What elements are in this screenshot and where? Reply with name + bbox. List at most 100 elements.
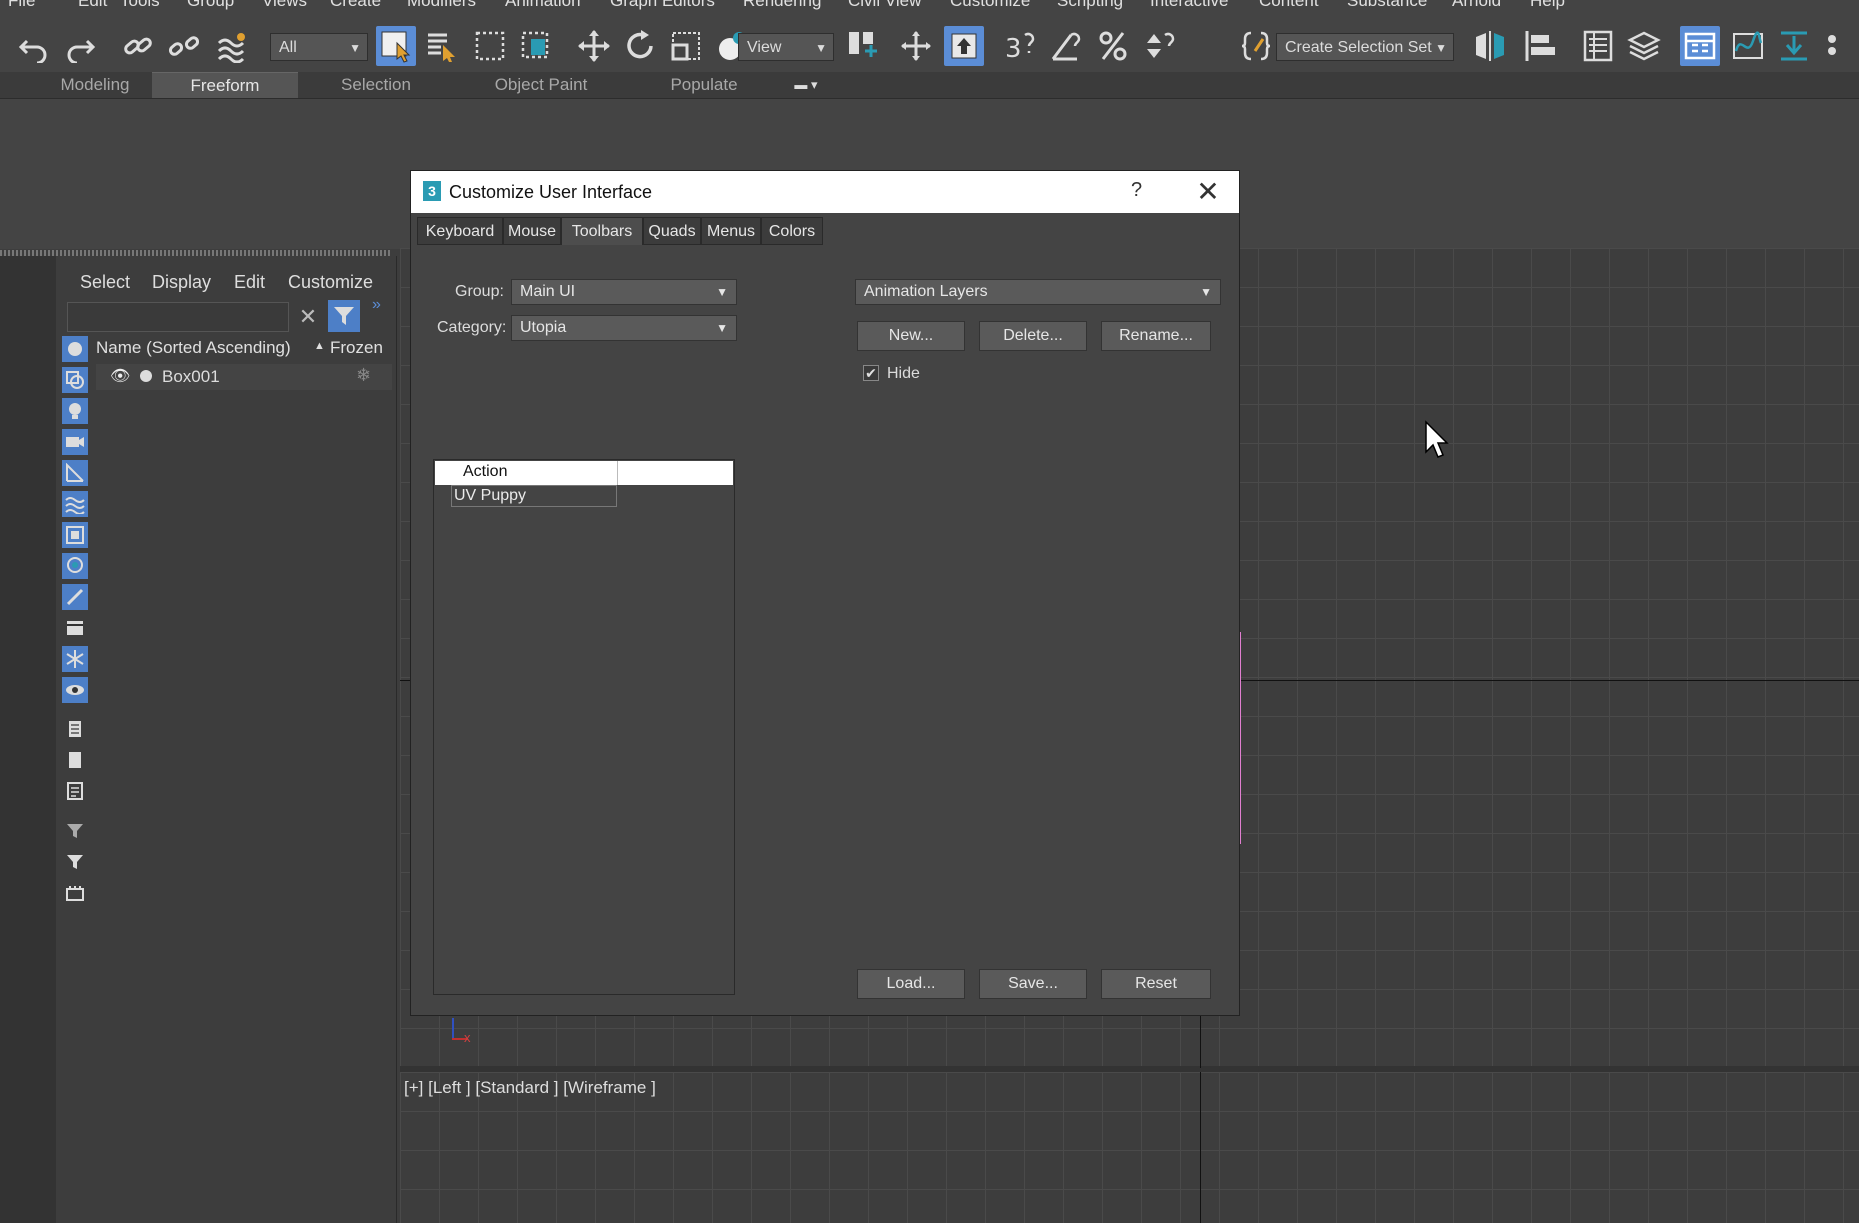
table-row[interactable]: 👁 Box001 ❄ bbox=[96, 364, 392, 390]
explorer-menu-display[interactable]: Display bbox=[152, 272, 211, 293]
menu-edit[interactable]: Edit bbox=[78, 0, 107, 11]
action-list[interactable] bbox=[433, 459, 735, 995]
menu-graph-editors[interactable]: Graph Editors bbox=[610, 0, 715, 11]
mirror-icon[interactable] bbox=[1470, 26, 1510, 66]
select-by-name-icon[interactable] bbox=[422, 26, 462, 66]
ribbon-tab-modeling[interactable]: Modeling bbox=[20, 72, 170, 98]
explorer-menu-edit[interactable]: Edit bbox=[234, 272, 265, 293]
ribbon-tab-freeform[interactable]: Freeform bbox=[152, 72, 298, 99]
select-manipulate-icon[interactable] bbox=[896, 26, 936, 66]
tab-toolbars[interactable]: Toolbars bbox=[561, 217, 643, 245]
group-dropdown[interactable]: Main UI ▼ bbox=[511, 279, 737, 305]
layer-explorer-icon[interactable] bbox=[1624, 26, 1664, 66]
percent-snap-icon[interactable] bbox=[1094, 26, 1134, 66]
invert-display-icon[interactable] bbox=[62, 778, 88, 804]
rename-button[interactable]: Rename... bbox=[1101, 321, 1211, 351]
menu-group[interactable]: Group bbox=[187, 0, 234, 11]
menu-help[interactable]: Help bbox=[1530, 0, 1565, 11]
explorer-menu-customize[interactable]: Customize bbox=[288, 272, 373, 293]
tab-mouse[interactable]: Mouse bbox=[503, 217, 561, 245]
display-lights-icon[interactable] bbox=[62, 398, 88, 424]
name-column-header[interactable]: Name (Sorted Ascending) bbox=[96, 338, 291, 358]
menu-arnold[interactable]: Arnold bbox=[1452, 0, 1501, 11]
toolbar-select-dropdown[interactable]: Animation Layers ▼ bbox=[855, 279, 1221, 305]
snaps-toggle-icon[interactable]: 3 bbox=[1000, 26, 1040, 66]
visibility-eye-icon[interactable]: 👁 bbox=[110, 366, 130, 386]
rotate-icon[interactable] bbox=[620, 26, 660, 66]
display-xrefs-icon[interactable] bbox=[62, 553, 88, 579]
help-button[interactable]: ? bbox=[1131, 179, 1142, 202]
explorer-search-input[interactable] bbox=[67, 302, 289, 332]
tab-quads[interactable]: Quads bbox=[643, 217, 701, 245]
menu-create[interactable]: Create bbox=[330, 0, 381, 11]
display-none-icon[interactable] bbox=[62, 747, 88, 773]
menu-substance[interactable]: Substance bbox=[1347, 0, 1427, 11]
angle-snap-icon[interactable] bbox=[1046, 26, 1086, 66]
hide-checkbox[interactable]: ✔ bbox=[863, 365, 879, 381]
new-button[interactable]: New... bbox=[857, 321, 965, 351]
display-containers-icon[interactable] bbox=[62, 615, 88, 641]
action-list-header[interactable]: Action bbox=[435, 461, 733, 485]
menu-customize[interactable]: Customize bbox=[950, 0, 1030, 11]
move-icon[interactable] bbox=[574, 26, 614, 66]
expand-icon[interactable]: » bbox=[372, 296, 381, 314]
display-space-warps-icon[interactable] bbox=[62, 491, 88, 517]
pivot-center-icon[interactable] bbox=[842, 26, 882, 66]
menu-content[interactable]: Content bbox=[1259, 0, 1319, 11]
ribbon-tab-selection[interactable]: Selection bbox=[300, 72, 452, 98]
dialog-titlebar[interactable]: 3 Customize User Interface ? ✕ bbox=[411, 171, 1239, 213]
viewport-label[interactable]: [+] [Left ] [Standard ] [Wireframe ] bbox=[404, 1078, 656, 1098]
display-groups-icon[interactable] bbox=[62, 522, 88, 548]
menu-animation[interactable]: Animation bbox=[505, 0, 581, 11]
explorer-menu-select[interactable]: Select bbox=[80, 272, 130, 293]
display-shapes-icon[interactable] bbox=[62, 367, 88, 393]
reset-button[interactable]: Reset bbox=[1101, 969, 1211, 999]
object-name[interactable]: Box001 bbox=[162, 367, 220, 387]
frozen-toggle-icon[interactable]: ❄ bbox=[356, 365, 371, 386]
link-icon[interactable] bbox=[118, 26, 158, 66]
display-geometry-icon[interactable] bbox=[62, 336, 88, 362]
tab-keyboard[interactable]: Keyboard bbox=[417, 217, 503, 245]
close-icon[interactable]: ✕ bbox=[1191, 175, 1225, 208]
save-button[interactable]: Save... bbox=[979, 969, 1087, 999]
undo-icon[interactable] bbox=[14, 26, 54, 66]
selection-filter-dropdown[interactable]: All ▼ bbox=[270, 33, 368, 61]
menu-file[interactable]: File bbox=[8, 0, 35, 11]
tab-colors[interactable]: Colors bbox=[761, 217, 823, 245]
window-crossing-icon[interactable] bbox=[516, 26, 556, 66]
schematic-view-icon[interactable] bbox=[1774, 26, 1814, 66]
named-selection-set-dropdown[interactable]: Create Selection Set ▼ bbox=[1276, 33, 1454, 61]
selection-toggle-icon[interactable] bbox=[62, 880, 88, 906]
menu-scripting[interactable]: Scripting bbox=[1057, 0, 1123, 11]
menu-views[interactable]: Views bbox=[262, 0, 307, 11]
rect-selection-region-icon[interactable] bbox=[470, 26, 510, 66]
ribbon-tab-populate[interactable]: Populate bbox=[630, 72, 778, 98]
menu-tools[interactable]: Tools bbox=[120, 0, 160, 11]
load-button[interactable]: Load... bbox=[857, 969, 965, 999]
material-editor-icon[interactable] bbox=[1822, 26, 1859, 66]
align-icon[interactable] bbox=[1520, 26, 1560, 66]
frozen-column-header[interactable]: Frozen bbox=[330, 338, 383, 358]
redo-icon[interactable] bbox=[60, 26, 100, 66]
keyboard-shortcut-override-icon[interactable] bbox=[944, 26, 984, 66]
filter-icon[interactable] bbox=[62, 849, 88, 875]
filter-toggle-icon[interactable] bbox=[328, 300, 360, 332]
list-item[interactable]: UV Puppy bbox=[451, 485, 617, 507]
ribbon-tab-object-paint[interactable]: Object Paint bbox=[460, 72, 622, 98]
tab-menus[interactable]: Menus bbox=[701, 217, 761, 245]
clear-search-icon[interactable]: ✕ bbox=[296, 302, 320, 332]
bind-space-warp-icon[interactable] bbox=[212, 26, 252, 66]
scene-explorer-toggle-icon[interactable] bbox=[1578, 26, 1618, 66]
category-dropdown[interactable]: Utopia ▼ bbox=[511, 315, 737, 341]
display-helpers-icon[interactable] bbox=[62, 460, 88, 486]
display-hidden-icon[interactable] bbox=[62, 677, 88, 703]
edit-named-selection-icon[interactable] bbox=[1236, 26, 1276, 66]
display-cameras-icon[interactable] bbox=[62, 429, 88, 455]
ribbon-options-icon[interactable]: ▬ ▾ bbox=[782, 72, 830, 98]
display-bones-icon[interactable] bbox=[62, 584, 88, 610]
column-separator[interactable] bbox=[617, 461, 618, 485]
delete-button[interactable]: Delete... bbox=[979, 321, 1087, 351]
scale-icon[interactable] bbox=[666, 26, 706, 66]
unlink-icon[interactable] bbox=[164, 26, 204, 66]
spinner-snap-icon[interactable] bbox=[1140, 26, 1180, 66]
